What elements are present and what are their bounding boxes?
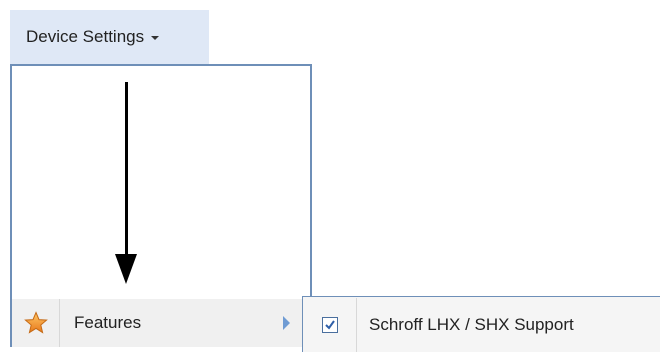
menu-item-icon-column [12,299,60,347]
down-arrow-head-icon [115,254,137,284]
screen: Device Settings Features Schroff LHX / S… [0,0,660,352]
menu-item-features[interactable]: Features [12,299,310,347]
schroff-support-label[interactable]: Schroff LHX / SHX Support [369,315,574,335]
schroff-support-checkbox[interactable] [321,316,338,333]
star-icon [23,311,48,334]
submenu-icon-column [303,297,357,352]
device-settings-label: Device Settings [26,27,145,46]
device-settings-dropdown: Features [10,64,312,347]
device-settings-menu-button[interactable]: Device Settings [10,10,209,64]
features-label: Features [74,313,142,332]
down-arrow-icon [125,82,128,254]
caret-down-icon [151,36,160,40]
checkmark-icon [324,319,335,330]
features-submenu: Schroff LHX / SHX Support [302,296,660,352]
chevron-right-icon [283,316,290,330]
